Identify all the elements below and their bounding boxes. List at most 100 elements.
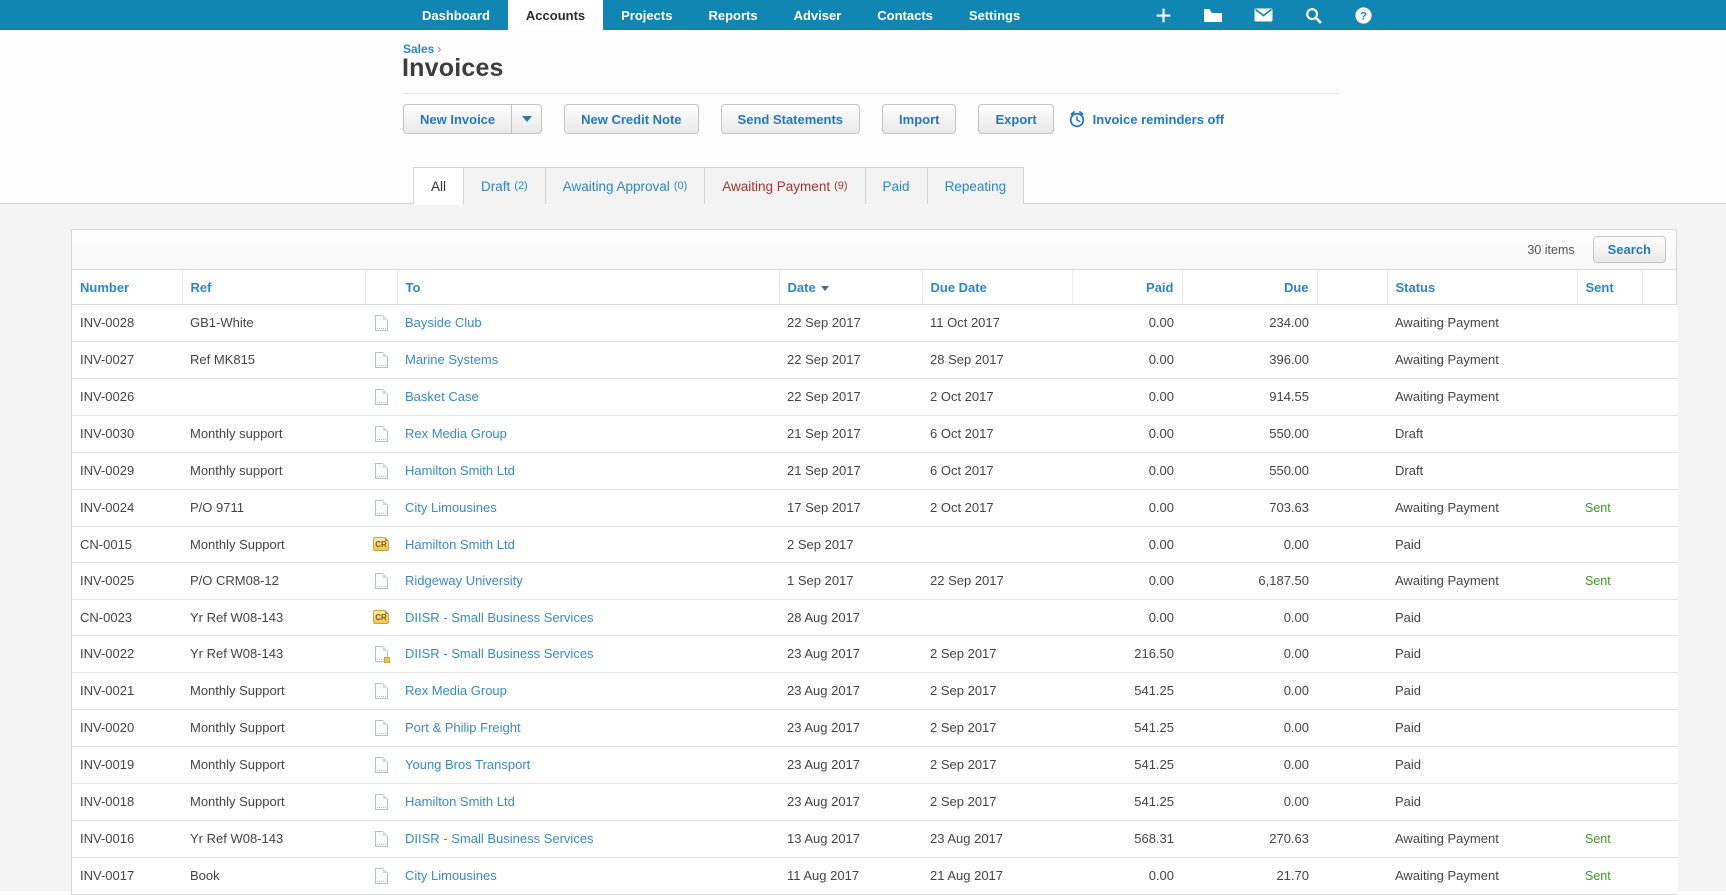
folder-icon[interactable]	[1188, 8, 1238, 23]
invoice-table-body: INV-0028 GB1-White Bayside Club 22 Sep 2017…	[72, 304, 1678, 894]
table-row: INV-0020 Monthly Support Port & Philip Fre…	[72, 708, 1678, 746]
contact-link[interactable]: Hamilton Smith Ltd	[405, 794, 515, 809]
tab-awaiting-approval[interactable]: Awaiting Approval (0)	[544, 167, 706, 205]
nav-item-settings[interactable]: Settings	[951, 0, 1038, 30]
document-credit-icon[interactable]	[374, 646, 390, 663]
document-icon[interactable]	[374, 426, 388, 442]
contact-link[interactable]: Ridgeway University	[405, 573, 523, 588]
contact-cell: DIISR - Small Business Services	[397, 819, 779, 857]
ref-cell: Monthly support	[182, 414, 365, 452]
nav-item-contacts[interactable]: Contacts	[859, 0, 951, 30]
contact-cell: Marine Systems	[397, 340, 779, 378]
contact-link[interactable]: Hamilton Smith Ltd	[405, 537, 515, 552]
search-icon[interactable]	[1288, 7, 1338, 24]
column-header-due[interactable]: Due	[1181, 270, 1317, 305]
sent-cell	[1577, 340, 1642, 378]
column-header-ref[interactable]: Ref	[181, 270, 365, 305]
spacer-cell	[1317, 634, 1387, 672]
spacer-cell	[1642, 745, 1678, 783]
credit-note-icon[interactable]: CR	[373, 610, 389, 624]
due-cell: 0.00	[1182, 708, 1317, 746]
nav-item-dashboard[interactable]: Dashboard	[404, 0, 508, 30]
status-cell: Awaiting Payment	[1387, 561, 1577, 599]
status-cell: Awaiting Payment	[1387, 819, 1577, 857]
ref-cell: Monthly Support	[182, 525, 365, 562]
type-icon-cell	[365, 820, 397, 857]
mail-icon[interactable]	[1238, 8, 1288, 22]
document-icon[interactable]	[374, 683, 388, 699]
tab-repeating[interactable]: Repeating	[926, 167, 1025, 205]
due-date-cell: 6 Oct 2017	[922, 414, 1072, 452]
spacer-cell	[1317, 598, 1387, 635]
spacer-cell	[1642, 671, 1678, 709]
invoice-number-cell: CN-0015	[72, 525, 182, 562]
help-icon[interactable]: ?	[1338, 6, 1388, 24]
contact-link[interactable]: Rex Media Group	[405, 683, 507, 698]
column-header-due-date[interactable]: Due Date	[921, 270, 1072, 305]
column-header-to[interactable]: To	[396, 270, 779, 305]
document-icon[interactable]	[374, 315, 388, 331]
nav-item-adviser[interactable]: Adviser	[776, 0, 860, 30]
new-invoice-dropdown-button[interactable]	[512, 104, 543, 134]
invoice-reminders-toggle[interactable]: Invoice reminders off	[1068, 110, 1224, 128]
due-cell: 21.70	[1182, 856, 1317, 894]
contact-link[interactable]: DIISR - Small Business Services	[405, 831, 594, 846]
tab-awaiting-payment[interactable]: Awaiting Payment (9)	[704, 167, 866, 205]
document-icon[interactable]	[374, 757, 388, 773]
column-header-number[interactable]: Number	[72, 270, 182, 305]
column-header-status[interactable]: Status	[1386, 270, 1577, 305]
column-header-date[interactable]: Date	[778, 270, 922, 305]
contact-link[interactable]: Basket Case	[405, 389, 479, 404]
nav-item-reports[interactable]: Reports	[690, 0, 775, 30]
credit-note-icon[interactable]: CR	[373, 537, 389, 551]
new-invoice-button[interactable]: New Invoice	[403, 104, 513, 134]
tab-paid[interactable]: Paid	[864, 167, 928, 205]
contact-link[interactable]: Young Bros Transport	[405, 757, 530, 772]
export-button[interactable]: Export	[978, 104, 1054, 134]
contact-link[interactable]: Port & Philip Freight	[405, 720, 521, 735]
ref-cell: Book	[182, 856, 365, 894]
invoice-number-cell: INV-0016	[72, 819, 182, 857]
due-date-cell	[922, 598, 1072, 635]
date-cell: 21 Sep 2017	[779, 451, 922, 489]
due-date-cell: 2 Sep 2017	[922, 671, 1072, 709]
document-icon[interactable]	[374, 463, 388, 479]
new-credit-note-button[interactable]: New Credit Note	[564, 104, 699, 134]
contact-link[interactable]: City Limousines	[405, 500, 497, 515]
nav-item-projects[interactable]: Projects	[603, 0, 690, 30]
document-icon[interactable]	[374, 831, 388, 847]
ref-cell: Monthly Support	[182, 708, 365, 746]
contact-link[interactable]: City Limousines	[405, 868, 497, 883]
search-button[interactable]: Search	[1592, 236, 1666, 263]
tab-draft[interactable]: Draft (2)	[463, 167, 546, 205]
contact-link[interactable]: Hamilton Smith Ltd	[405, 463, 515, 478]
contact-link[interactable]: Rex Media Group	[405, 426, 507, 441]
document-icon[interactable]	[374, 868, 388, 884]
document-icon[interactable]	[374, 720, 388, 736]
document-icon[interactable]	[374, 352, 388, 368]
invoice-number-cell: INV-0021	[72, 671, 182, 709]
tab-all[interactable]: All	[413, 167, 465, 205]
document-icon[interactable]	[374, 389, 388, 405]
nav-item-accounts[interactable]: Accounts	[507, 0, 604, 30]
send-statements-button[interactable]: Send Statements	[720, 104, 861, 134]
status-cell: Paid	[1387, 525, 1577, 562]
contact-link[interactable]: DIISR - Small Business Services	[405, 646, 594, 661]
contact-link[interactable]: DIISR - Small Business Services	[405, 610, 594, 625]
document-icon[interactable]	[374, 573, 388, 589]
plus-icon[interactable]	[1138, 7, 1188, 24]
contact-link[interactable]: Bayside Club	[405, 315, 482, 330]
ref-cell: Ref MK815	[182, 340, 365, 378]
document-icon[interactable]	[374, 500, 388, 516]
paid-cell: 0.00	[1072, 377, 1182, 415]
document-icon[interactable]	[374, 794, 388, 810]
spacer-cell	[1317, 708, 1387, 746]
paid-cell: 0.00	[1072, 856, 1182, 894]
column-header-paid[interactable]: Paid	[1071, 270, 1182, 305]
type-icon-cell: CR	[365, 599, 397, 634]
contact-link[interactable]: Marine Systems	[405, 352, 498, 367]
column-header-sent[interactable]: Sent	[1576, 270, 1642, 305]
import-button[interactable]: Import	[882, 104, 957, 134]
date-cell: 23 Aug 2017	[779, 708, 922, 746]
due-date-cell: 2 Sep 2017	[922, 708, 1072, 746]
